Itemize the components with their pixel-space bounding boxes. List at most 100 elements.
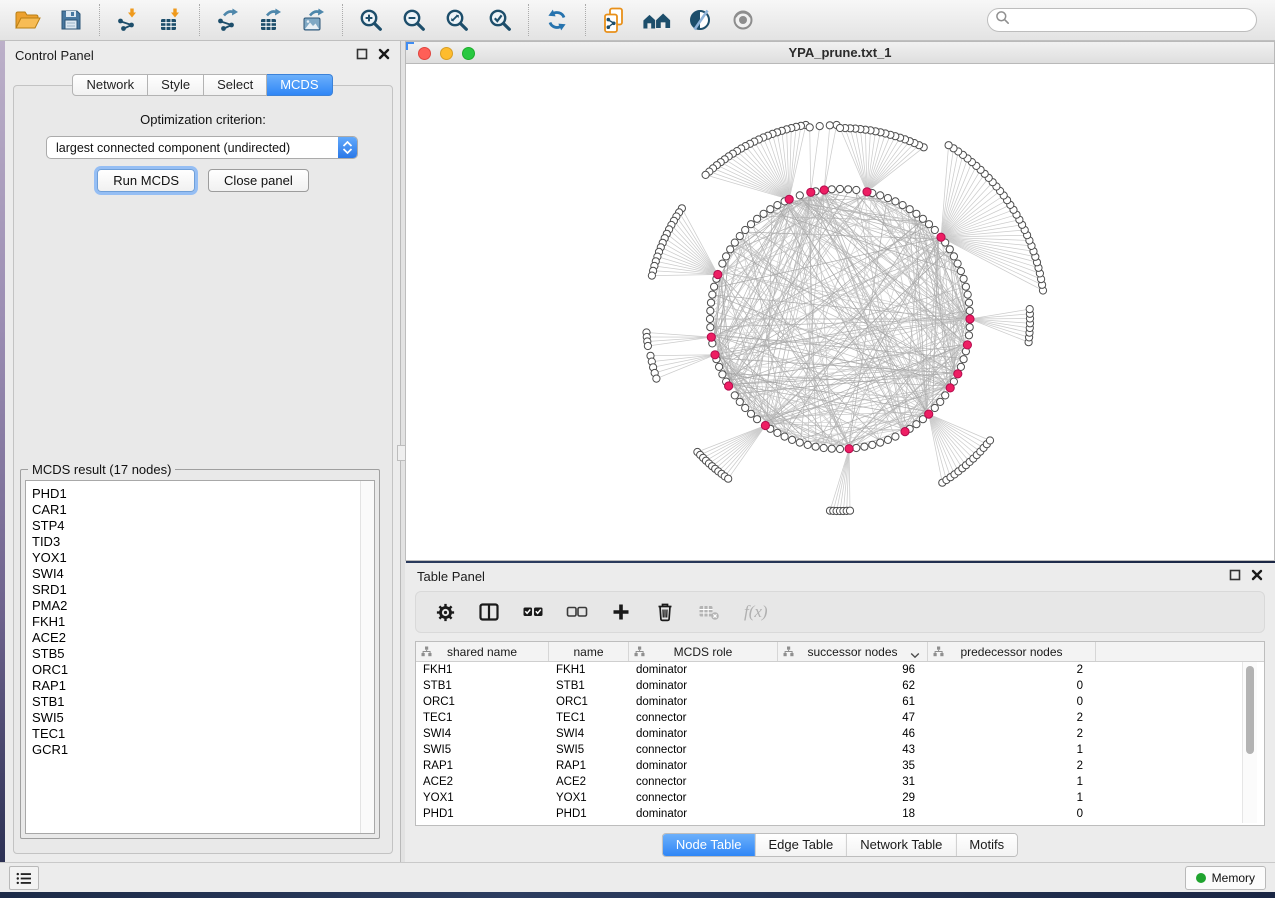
table-cell[interactable]: SWI4 <box>549 728 629 740</box>
column-header-shared-name[interactable]: shared name <box>416 642 549 661</box>
table-row[interactable]: YOX1YOX1connector291 <box>416 790 1264 806</box>
mcds-result-item[interactable]: RAP1 <box>32 678 374 694</box>
table-row[interactable]: TEC1TEC1connector472 <box>416 710 1264 726</box>
mcds-result-item[interactable]: SWI5 <box>32 710 374 726</box>
tab-network[interactable]: Network <box>72 74 148 96</box>
table-row[interactable]: SWI4SWI4dominator462 <box>416 726 1264 742</box>
mcds-result-item[interactable]: TEC1 <box>32 726 374 742</box>
tab-motifs[interactable]: Motifs <box>956 834 1017 856</box>
unselect-all-button[interactable] <box>566 600 588 624</box>
table-cell[interactable]: ORC1 <box>416 696 549 708</box>
table-cell[interactable]: 2 <box>928 712 1096 724</box>
mcds-result-item[interactable]: SWI4 <box>32 566 374 582</box>
mcds-result-item[interactable]: FKH1 <box>32 614 374 630</box>
table-cell[interactable]: ACE2 <box>416 776 549 788</box>
export-table-button[interactable] <box>256 5 286 35</box>
network-graph[interactable] <box>406 64 1274 561</box>
table-cell[interactable]: 2 <box>928 664 1096 676</box>
mcds-result-item[interactable]: TID3 <box>32 534 374 550</box>
table-cell[interactable]: 18 <box>778 808 928 820</box>
table-cell[interactable]: connector <box>629 712 778 724</box>
table-settings-button[interactable] <box>434 600 456 624</box>
maximize-window-button[interactable] <box>462 47 475 60</box>
network-window-titlebar[interactable]: YPA_prune.txt_1 <box>405 41 1275 64</box>
table-cell[interactable]: 61 <box>778 696 928 708</box>
create-column-button[interactable] <box>610 600 632 624</box>
table-cell[interactable]: dominator <box>629 696 778 708</box>
float-panel-icon[interactable] <box>356 48 368 60</box>
update-network-button[interactable] <box>542 5 572 35</box>
table-cell[interactable]: dominator <box>629 728 778 740</box>
table-cell[interactable]: 62 <box>778 680 928 692</box>
table-cell[interactable]: TEC1 <box>549 712 629 724</box>
table-row[interactable]: ORC1ORC1dominator610 <box>416 694 1264 710</box>
column-header-name[interactable]: name <box>549 642 629 661</box>
import-table-button[interactable] <box>156 5 186 35</box>
table-cell[interactable]: 2 <box>928 728 1096 740</box>
float-panel-icon[interactable] <box>1229 569 1241 581</box>
minimize-window-button[interactable] <box>440 47 453 60</box>
table-cell[interactable]: connector <box>629 776 778 788</box>
table-row[interactable]: ACE2ACE2connector311 <box>416 774 1264 790</box>
zoom-in-button[interactable] <box>356 5 386 35</box>
table-cell[interactable]: 31 <box>778 776 928 788</box>
table-cell[interactable]: FKH1 <box>549 664 629 676</box>
mcds-result-item[interactable]: SRD1 <box>32 582 374 598</box>
column-header-successor-nodes[interactable]: successor nodes <box>778 642 928 661</box>
zoom-selected-button[interactable] <box>485 5 515 35</box>
table-cell[interactable]: 0 <box>928 680 1096 692</box>
search-box[interactable] <box>987 8 1257 32</box>
run-mcds-button[interactable]: Run MCDS <box>97 169 195 192</box>
table-cell[interactable]: TEC1 <box>416 712 549 724</box>
close-panel-button[interactable]: Close panel <box>208 169 309 192</box>
table-cell[interactable]: RAP1 <box>549 760 629 772</box>
tab-node-table[interactable]: Node Table <box>663 834 756 856</box>
column-header-MCDS-role[interactable]: MCDS role <box>629 642 778 661</box>
mcds-result-item[interactable]: YOX1 <box>32 550 374 566</box>
hide-graphics-details-button[interactable] <box>685 5 715 35</box>
show-column-panel-button[interactable] <box>478 600 500 624</box>
mcds-result-item[interactable]: STB1 <box>32 694 374 710</box>
table-cell[interactable]: SWI5 <box>549 744 629 756</box>
table-cell[interactable]: PHD1 <box>549 808 629 820</box>
table-cell[interactable]: 29 <box>778 792 928 804</box>
table-cell[interactable]: 35 <box>778 760 928 772</box>
table-row[interactable]: PHD1PHD1dominator180 <box>416 806 1264 822</box>
select-all-button[interactable] <box>522 600 544 624</box>
close-panel-icon[interactable] <box>1251 569 1263 581</box>
zoom-fit-button[interactable] <box>442 5 472 35</box>
table-cell[interactable]: STB1 <box>549 680 629 692</box>
table-cell[interactable]: dominator <box>629 680 778 692</box>
mcds-result-item[interactable]: PHD1 <box>32 486 374 502</box>
table-cell[interactable]: dominator <box>629 760 778 772</box>
table-cell[interactable]: 43 <box>778 744 928 756</box>
table-row[interactable]: FKH1FKH1dominator962 <box>416 662 1264 678</box>
table-cell[interactable]: 0 <box>928 808 1096 820</box>
show-graphics-details-button[interactable] <box>728 5 758 35</box>
table-cell[interactable]: connector <box>629 792 778 804</box>
table-cell[interactable]: connector <box>629 744 778 756</box>
mcds-result-item[interactable]: CAR1 <box>32 502 374 518</box>
table-row[interactable]: RAP1RAP1dominator352 <box>416 758 1264 774</box>
import-network-button[interactable] <box>113 5 143 35</box>
table-cell[interactable]: PHD1 <box>416 808 549 820</box>
table-cell[interactable]: 1 <box>928 744 1096 756</box>
export-image-button[interactable] <box>299 5 329 35</box>
task-history-button[interactable] <box>9 866 39 890</box>
network-canvas[interactable] <box>405 64 1275 561</box>
close-panel-icon[interactable] <box>378 48 390 60</box>
table-cell[interactable]: ACE2 <box>549 776 629 788</box>
tab-mcds[interactable]: MCDS <box>267 74 332 96</box>
delete-columns-button[interactable] <box>654 600 676 624</box>
close-window-button[interactable] <box>418 47 431 60</box>
table-cell[interactable]: YOX1 <box>416 792 549 804</box>
result-list-scrollbar[interactable] <box>360 481 374 833</box>
table-cell[interactable]: FKH1 <box>416 664 549 676</box>
optimization-criterion-dropdown[interactable]: largest connected component (undirected) <box>46 136 358 159</box>
column-header-predecessor-nodes[interactable]: predecessor nodes <box>928 642 1096 661</box>
table-cell[interactable]: STB1 <box>416 680 549 692</box>
mcds-result-item[interactable]: PMA2 <box>32 598 374 614</box>
table-row[interactable]: SWI5SWI5connector431 <box>416 742 1264 758</box>
table-cell[interactable]: 1 <box>928 776 1096 788</box>
save-session-button[interactable] <box>56 5 86 35</box>
